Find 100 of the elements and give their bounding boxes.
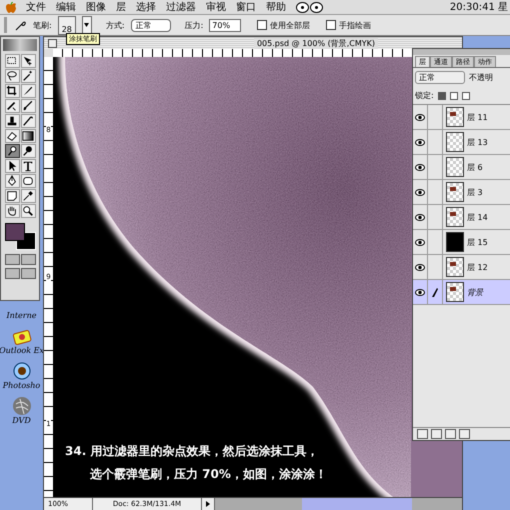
tool-button[interactable] xyxy=(20,144,36,158)
eye-icon[interactable] xyxy=(415,238,425,246)
eye-icon[interactable] xyxy=(415,214,425,220)
wand-tool-icon xyxy=(22,70,34,82)
mask-mode-button[interactable] xyxy=(20,254,36,265)
close-box[interactable] xyxy=(48,38,57,48)
checkbox[interactable] xyxy=(257,20,268,30)
brush-icon xyxy=(431,287,439,297)
blend-mode-select[interactable]: 正常 xyxy=(415,71,465,84)
layer-row[interactable]: 层 6 xyxy=(413,155,510,180)
slice-tool-icon xyxy=(22,85,34,97)
tool-button[interactable] xyxy=(20,54,36,68)
layer-row[interactable]: 层 3 xyxy=(413,180,510,205)
menu-item[interactable]: 窗口 xyxy=(236,0,256,14)
layer-name: 层 12 xyxy=(467,262,488,272)
eye-icon[interactable] xyxy=(415,164,425,170)
tool-button[interactable] xyxy=(4,114,20,128)
apple-icon[interactable] xyxy=(6,2,16,12)
clock[interactable]: 20:30:41 星 xyxy=(450,0,510,14)
tool-button[interactable] xyxy=(4,84,20,98)
tool-button[interactable] xyxy=(20,129,36,143)
tool-button[interactable] xyxy=(4,144,20,158)
layer-row[interactable]: 层 13 xyxy=(413,130,510,155)
tool-button[interactable] xyxy=(20,204,36,218)
layer-name: 层 6 xyxy=(467,162,483,172)
tool-button[interactable] xyxy=(20,159,36,173)
layer-name: 层 11 xyxy=(467,112,488,122)
history-tool-icon xyxy=(22,115,34,127)
horizontal-scrollbar[interactable] xyxy=(215,498,462,510)
color-swatches-icon[interactable] xyxy=(3,221,37,251)
mode-select[interactable]: 正常 xyxy=(130,18,171,32)
tool-button[interactable] xyxy=(20,174,36,188)
tool-button[interactable] xyxy=(4,129,20,143)
desktop-icon-label[interactable]: Photosho xyxy=(2,381,40,390)
info-menu-button[interactable] xyxy=(202,498,215,510)
eye-icon[interactable] xyxy=(415,188,425,196)
menu-item[interactable]: 帮助 xyxy=(266,0,286,14)
pressure-label: 压力: xyxy=(184,20,204,30)
crop-tool-icon xyxy=(6,85,18,97)
screen-mode-button[interactable] xyxy=(4,268,20,279)
layer-thumbnail xyxy=(446,232,464,252)
layer-row[interactable]: 背景 xyxy=(413,280,510,305)
menu-item[interactable]: 图像 xyxy=(86,0,106,14)
tool-button[interactable] xyxy=(4,99,20,113)
mask-mode-button[interactable] xyxy=(4,254,20,265)
dropdown-button[interactable] xyxy=(82,16,92,34)
brush-label: 笔刷: xyxy=(33,20,52,30)
eye-icon[interactable] xyxy=(415,288,425,296)
mask-button[interactable] xyxy=(431,429,442,439)
disc-icon[interactable] xyxy=(12,396,32,416)
desktop-icon-label[interactable]: DVD xyxy=(12,416,31,425)
eye-icon[interactable] xyxy=(12,361,32,381)
menu-item[interactable]: 编辑 xyxy=(56,0,76,14)
menu-item[interactable]: 选择 xyxy=(136,0,156,14)
tool-button[interactable] xyxy=(4,189,20,203)
layer-row[interactable]: 层 11 xyxy=(413,105,510,130)
move-tool-icon xyxy=(22,55,34,67)
lock-label: 锁定: xyxy=(415,90,434,101)
dodge-tool-icon xyxy=(22,145,34,157)
lock-checkbox[interactable] xyxy=(450,92,458,100)
tool-button[interactable] xyxy=(4,174,20,188)
lock-checkbox[interactable] xyxy=(438,92,446,100)
eye-icon[interactable] xyxy=(415,264,425,270)
new-set-button[interactable] xyxy=(445,429,456,439)
menu-item[interactable]: 过滤器 xyxy=(166,0,196,14)
eraser-tool-icon xyxy=(6,130,18,142)
menu-item[interactable]: 审视 xyxy=(206,0,226,14)
tool-button[interactable] xyxy=(20,84,36,98)
desktop-icon-label[interactable]: Interne xyxy=(6,311,36,320)
menu-item[interactable]: 层 xyxy=(116,0,126,14)
eye-icon[interactable] xyxy=(415,114,425,120)
layer-thumbnail xyxy=(446,132,464,152)
brush-picker[interactable]: 28 xyxy=(58,16,76,34)
adjustment-button[interactable] xyxy=(459,429,470,439)
caret-icon xyxy=(84,23,90,27)
tool-button[interactable] xyxy=(20,114,36,128)
notes-tool-icon xyxy=(6,190,18,202)
tool-button[interactable] xyxy=(20,99,36,113)
pen-tool-icon xyxy=(6,175,18,187)
tool-button[interactable] xyxy=(4,54,20,68)
lock-checkbox[interactable] xyxy=(462,92,470,100)
zoom-tool-icon xyxy=(22,205,34,217)
layer-style-button[interactable] xyxy=(417,429,428,439)
tool-button[interactable] xyxy=(4,159,20,173)
menu-item[interactable]: 文件 xyxy=(26,0,46,14)
pressure-field[interactable]: 70% xyxy=(209,18,242,32)
layer-row[interactable]: 层 14 xyxy=(413,205,510,230)
tool-button[interactable] xyxy=(20,69,36,83)
layer-thumbnail xyxy=(446,107,464,127)
checkbox[interactable] xyxy=(326,20,336,30)
screen-mode-button[interactable] xyxy=(20,268,36,279)
checkbox-label: 使用全部层 xyxy=(270,20,310,30)
eye-icon[interactable] xyxy=(415,138,425,146)
mode-label: 方式: xyxy=(106,20,125,30)
tool-button[interactable] xyxy=(4,69,20,83)
smudge-tool-icon xyxy=(6,145,18,157)
stamp-tool-icon xyxy=(6,115,18,127)
layer-row[interactable]: 层 15 xyxy=(413,230,510,255)
tool-button[interactable] xyxy=(20,189,36,203)
tool-button[interactable] xyxy=(4,204,20,218)
